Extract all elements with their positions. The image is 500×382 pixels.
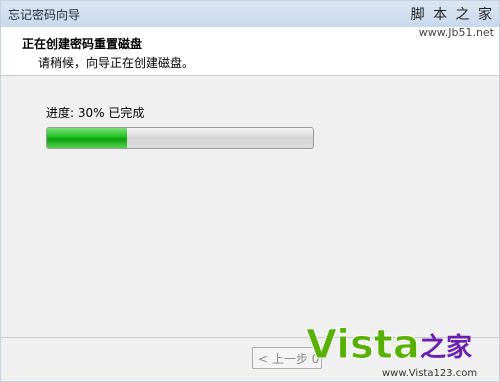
header-title: 正在创建密码重置磁盘 (22, 37, 143, 51)
watermark-site-url: www.Jb51.net (418, 26, 494, 39)
progress-bar (46, 127, 314, 149)
logo-url-text: www.Vista123.com (382, 368, 477, 379)
progress-bar-fill (47, 128, 127, 148)
vista-logo-watermark: Vista 之家 www.Vista123.com (306, 322, 478, 380)
header-subtitle: 请稍候，向导正在创建磁盘。 (38, 56, 195, 70)
progress-label: 进度: 30% 已完成 (46, 106, 145, 120)
watermark-top: 脚 本 之 家 www.Jb51.net (411, 4, 494, 39)
logo-brand-text: Vista (306, 322, 420, 368)
watermark-site-name: 脚 本 之 家 (410, 7, 494, 23)
window-title: 忘记密码向导 (8, 8, 81, 22)
logo-suffix-text: 之家 (420, 332, 472, 363)
